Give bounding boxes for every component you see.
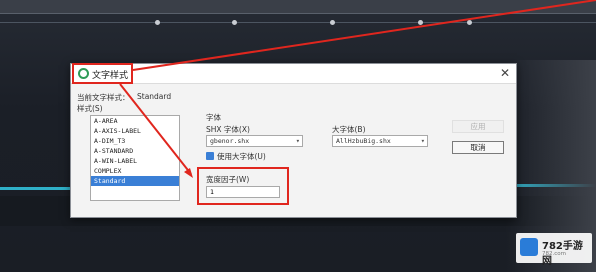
use-big-font-label: 使用大字体(U) [217, 152, 266, 161]
ruler-tick [155, 20, 160, 25]
big-font-label: 大字体(B) [332, 125, 366, 134]
ruler-tick [232, 20, 237, 25]
ruler-tick [418, 20, 423, 25]
watermark-subtitle: 782.com [542, 251, 566, 257]
site-watermark: 782手游网 782.com [516, 233, 592, 267]
list-item-selected[interactable]: Standard [91, 176, 179, 186]
top-ruler [0, 0, 596, 14]
shx-font-value: gbenor.shx [210, 137, 250, 145]
styles-label: 样式(S) [77, 104, 103, 113]
dialog-titlebar: 文字样式 ✕ [71, 64, 516, 84]
text-style-dialog: 文字样式 ✕ 当前文字样式： Standard 样式(S) A-AREA A-A… [70, 63, 517, 218]
shx-font-label: SHX 字体(X) [206, 125, 250, 134]
title-highlight-box [72, 63, 133, 84]
ruler-line [0, 22, 596, 23]
current-style-value: Standard [137, 92, 172, 101]
list-item[interactable]: A-AXIS-LABEL [91, 126, 179, 136]
watermark-logo [520, 238, 538, 256]
current-style-label: 当前文字样式： [77, 93, 130, 102]
chevron-down-icon: ▾ [295, 137, 300, 145]
ruler-tick [330, 20, 335, 25]
font-group-label: 字体 [206, 113, 221, 122]
shx-font-select[interactable]: gbenor.shx ▾ [206, 135, 303, 147]
apply-button[interactable]: 应用 [452, 120, 504, 133]
list-item[interactable]: A-DIM_T3 [91, 136, 179, 146]
width-factor-highlight-box [197, 167, 289, 205]
chevron-down-icon: ▾ [420, 137, 425, 145]
list-item[interactable]: COMPLEX [91, 166, 179, 176]
cad-line [0, 187, 70, 190]
big-font-select[interactable]: AllHzbuBig.shx ▾ [332, 135, 428, 147]
use-big-font-checkbox[interactable] [206, 152, 214, 160]
list-item[interactable]: A-WIN-LABEL [91, 156, 179, 166]
list-item[interactable]: A-AREA [91, 116, 179, 126]
styles-list[interactable]: A-AREA A-AXIS-LABEL A-DIM_T3 A-STANDARD … [90, 115, 180, 201]
close-icon[interactable]: ✕ [500, 66, 510, 80]
cancel-button[interactable]: 取消 [452, 141, 504, 154]
ruler-tick [467, 20, 472, 25]
big-font-value: AllHzbuBig.shx [336, 137, 391, 145]
list-item[interactable]: A-STANDARD [91, 146, 179, 156]
